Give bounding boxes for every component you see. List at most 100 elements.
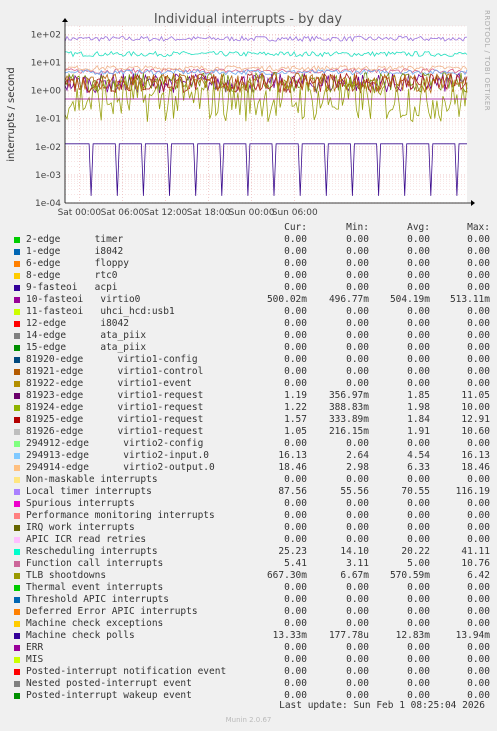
legend-max-value: 10.60 [461, 426, 490, 437]
legend-min-value: 6.67m [340, 570, 369, 581]
legend-swatch [14, 285, 20, 291]
munin-version: Munin 2.0.67 [225, 716, 272, 724]
last-update: Last update: Sun Feb 1 08:25:04 2026 [279, 700, 485, 711]
legend-label: APIC ICR read retries [26, 534, 147, 545]
legend-min-value: 333.89m [328, 414, 369, 425]
legend-row: 10-fasteoi virtio0 500.02m 496.77m 504.19m 5… [12, 294, 490, 306]
legend-row: Threshold APIC interrupts 0.00 0.00 0.00 0.0… [12, 594, 490, 606]
legend-row: 294913-edge virtio2-input.0 16.13 2.64 4.54… [12, 450, 490, 462]
legend-cur-value: 0.00 [284, 678, 307, 689]
legend-cur-value: 1.57 [284, 414, 307, 425]
legend-cur-value: 25.23 [278, 546, 307, 557]
legend-swatch [14, 345, 20, 351]
x-tick-label: Sat 12:00 [144, 208, 188, 218]
legend-swatch [14, 273, 20, 279]
legend-label: ERR [26, 642, 44, 653]
legend-cur-value: 0.00 [284, 534, 307, 545]
legend-max-value: 0.00 [467, 318, 490, 329]
legend-swatch [14, 525, 20, 531]
legend-max-value: 0.00 [467, 654, 490, 665]
legend-min-value: 0.00 [346, 534, 369, 545]
legend-label: Rescheduling interrupts [26, 546, 158, 557]
legend-row: 1-edge i8042 0.00 0.00 0.00 0.00 [12, 246, 490, 258]
legend-cur-value: 0.00 [284, 306, 307, 317]
legend-label: 2-edge timer [26, 234, 124, 245]
legend-row: 81923-edge virtio1-request 1.19 356.97m 1.8… [12, 390, 490, 402]
legend-max-value: 0.00 [467, 234, 490, 245]
legend-row: 2-edge timer 0.00 0.00 0.00 0.00 [12, 234, 490, 246]
legend-max-value: 0.00 [467, 522, 490, 533]
legend-min-value: 0.00 [346, 282, 369, 293]
legend-row: Deferred Error APIC interrupts 0.00 0.00 0.… [12, 606, 490, 618]
legend-min-value: 0.00 [346, 270, 369, 281]
legend-swatch [14, 453, 20, 459]
legend-min-value: 0.00 [346, 678, 369, 689]
legend-min-value: 0.00 [346, 522, 369, 533]
legend-label: Spurious interrupts [26, 498, 135, 509]
y-tick-label: 1e+02 [31, 30, 61, 40]
chart: 1e+021e+011e+001e-011e-021e-031e-04Sat 0… [6, 10, 491, 218]
legend-max-value: 6.42 [467, 570, 490, 581]
legend-label: 15-edge ata_piix [26, 342, 147, 353]
legend-row: Local timer interrupts 87.56 55.56 70.55 116… [12, 486, 490, 498]
legend-cur-value: 18.46 [278, 462, 307, 473]
legend-row: Posted-interrupt notification event 0.00 0… [12, 666, 490, 678]
legend-max-value: 41.11 [461, 546, 490, 557]
legend-swatch [14, 357, 20, 363]
legend-row: Function call interrupts 5.41 3.11 5.00 10.7… [12, 558, 490, 570]
x-tick-label: Sun 00:00 [229, 208, 275, 218]
legend-swatch [14, 489, 20, 495]
legend-swatch [14, 333, 20, 339]
y-tick-label: 1e-01 [35, 115, 61, 125]
legend-swatch [14, 381, 20, 387]
legend-min-value: 2.64 [346, 450, 369, 461]
legend-max-value: 116.19 [455, 486, 490, 497]
legend-row: 11-fasteoi uhci_hcd:usb1 0.00 0.00 0.00 0.00 [12, 306, 490, 318]
y-axis-label: interrupts / second [6, 67, 17, 161]
legend-row: TLB shootdowns 667.30m 6.67m 570.59m 6.42 [12, 570, 490, 582]
legend-row: ERR 0.00 0.00 0.00 0.00 [12, 642, 490, 654]
legend-label: 294912-edge virtio2-config [26, 438, 204, 449]
legend-row: 15-edge ata_piix 0.00 0.00 0.00 0.00 [12, 342, 490, 354]
legend-min-value: 2.98 [346, 462, 369, 473]
legend-label: TLB shootdowns [26, 570, 107, 581]
legend-max-value: 0.00 [467, 474, 490, 485]
legend-cur-value: 0.00 [284, 378, 307, 389]
legend-min-value: 0.00 [346, 306, 369, 317]
legend-max-value: 0.00 [467, 354, 490, 365]
legend-min-value: 0.00 [346, 582, 369, 593]
legend-min-value: 0.00 [346, 618, 369, 629]
legend-row: Rescheduling interrupts 25.23 14.10 20.22 41… [12, 546, 490, 558]
legend-swatch [14, 405, 20, 411]
legend-label: 81920-edge virtio1-config [26, 354, 198, 365]
legend-swatch [14, 561, 20, 567]
legend-cur-value: 0.00 [284, 342, 307, 353]
legend-row: Performance monitoring interrupts 0.00 0.0… [12, 510, 490, 522]
legend-min-value: 0.00 [346, 474, 369, 485]
legend-row: 81922-edge virtio1-event 0.00 0.00 0.00 0.00 [12, 378, 490, 390]
legend-max-value: 513.11m [449, 294, 490, 305]
legend-label: IRQ work interrupts [26, 522, 135, 533]
legend-swatch [14, 537, 20, 543]
legend-max-value: 0.00 [467, 618, 490, 629]
header-cur: Cur: [284, 222, 307, 233]
legend-row: 81926-edge virtio1-request 1.05 216.15m 1.9… [12, 426, 490, 438]
legend-min-value: 0.00 [346, 366, 369, 377]
legend-min-value: 388.83m [328, 402, 369, 413]
legend-swatch [14, 477, 20, 483]
legend-label: Machine check polls [26, 630, 135, 641]
legend-label: Thermal event interrupts [26, 582, 164, 593]
legend: Cur: Min: Avg: Max: 2-edge timer 0.00 0.00… [12, 222, 490, 702]
y-tick-label: 1e-03 [35, 171, 61, 181]
legend-label: 81923-edge virtio1-request [26, 390, 204, 401]
y-tick-label: 1e+00 [31, 87, 62, 97]
legend-min-value: 356.97m [328, 390, 369, 401]
legend-label: Machine check exceptions [26, 618, 164, 629]
legend-max-value: 0.00 [467, 282, 490, 293]
legend-min-value: 0.00 [346, 438, 369, 449]
legend-swatch [14, 309, 20, 315]
legend-label: 10-fasteoi virtio0 [26, 294, 141, 305]
legend-cur-value: 0.00 [284, 366, 307, 377]
legend-label: 9-fasteoi acpi [26, 282, 118, 293]
legend-cur-value: 0.00 [284, 666, 307, 677]
